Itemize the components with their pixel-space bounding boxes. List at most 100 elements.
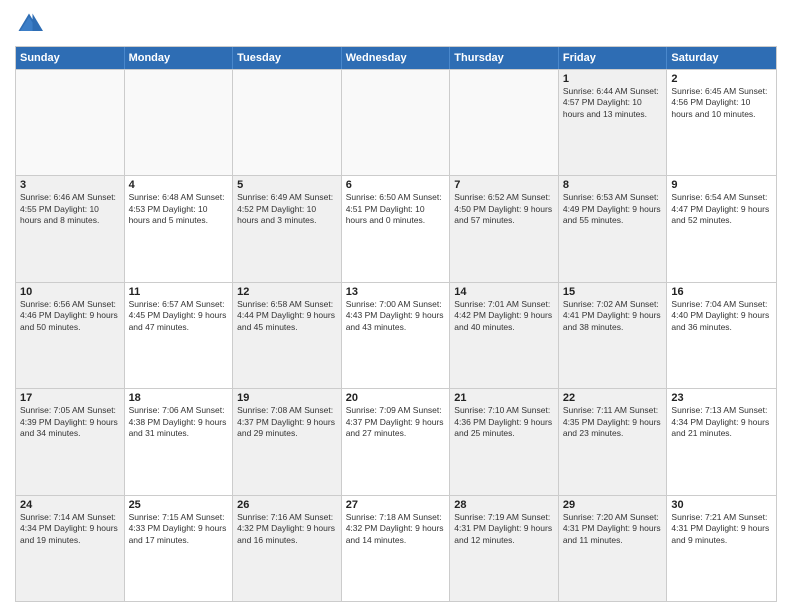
cal-cell: 27Sunrise: 7:18 AM Sunset: 4:32 PM Dayli… [342, 496, 451, 601]
day-info: Sunrise: 7:05 AM Sunset: 4:39 PM Dayligh… [20, 405, 120, 439]
cal-cell [450, 70, 559, 175]
cal-cell: 8Sunrise: 6:53 AM Sunset: 4:49 PM Daylig… [559, 176, 668, 281]
cal-cell: 22Sunrise: 7:11 AM Sunset: 4:35 PM Dayli… [559, 389, 668, 494]
day-number: 24 [20, 499, 120, 511]
day-info: Sunrise: 7:01 AM Sunset: 4:42 PM Dayligh… [454, 299, 554, 333]
cal-cell: 10Sunrise: 6:56 AM Sunset: 4:46 PM Dayli… [16, 283, 125, 388]
day-number: 6 [346, 179, 446, 191]
cal-row: 10Sunrise: 6:56 AM Sunset: 4:46 PM Dayli… [16, 282, 776, 388]
day-number: 9 [671, 179, 772, 191]
day-info: Sunrise: 7:00 AM Sunset: 4:43 PM Dayligh… [346, 299, 446, 333]
cal-cell: 2Sunrise: 6:45 AM Sunset: 4:56 PM Daylig… [667, 70, 776, 175]
day-info: Sunrise: 7:15 AM Sunset: 4:33 PM Dayligh… [129, 512, 229, 546]
cal-cell: 30Sunrise: 7:21 AM Sunset: 4:31 PM Dayli… [667, 496, 776, 601]
day-info: Sunrise: 7:09 AM Sunset: 4:37 PM Dayligh… [346, 405, 446, 439]
day-info: Sunrise: 6:45 AM Sunset: 4:56 PM Dayligh… [671, 86, 772, 120]
cal-header-cell: Sunday [16, 47, 125, 69]
day-number: 27 [346, 499, 446, 511]
cal-cell: 20Sunrise: 7:09 AM Sunset: 4:37 PM Dayli… [342, 389, 451, 494]
day-info: Sunrise: 6:56 AM Sunset: 4:46 PM Dayligh… [20, 299, 120, 333]
day-number: 7 [454, 179, 554, 191]
calendar-header: SundayMondayTuesdayWednesdayThursdayFrid… [16, 47, 776, 69]
day-info: Sunrise: 6:48 AM Sunset: 4:53 PM Dayligh… [129, 192, 229, 226]
day-number: 28 [454, 499, 554, 511]
day-number: 16 [671, 286, 772, 298]
cal-header-cell: Friday [559, 47, 668, 69]
day-info: Sunrise: 6:52 AM Sunset: 4:50 PM Dayligh… [454, 192, 554, 226]
cal-cell [16, 70, 125, 175]
day-info: Sunrise: 7:08 AM Sunset: 4:37 PM Dayligh… [237, 405, 337, 439]
cal-cell: 29Sunrise: 7:20 AM Sunset: 4:31 PM Dayli… [559, 496, 668, 601]
cal-header-cell: Saturday [667, 47, 776, 69]
day-info: Sunrise: 7:16 AM Sunset: 4:32 PM Dayligh… [237, 512, 337, 546]
logo-icon [15, 10, 43, 38]
day-number: 10 [20, 286, 120, 298]
day-info: Sunrise: 6:46 AM Sunset: 4:55 PM Dayligh… [20, 192, 120, 226]
cal-cell: 23Sunrise: 7:13 AM Sunset: 4:34 PM Dayli… [667, 389, 776, 494]
cal-row: 17Sunrise: 7:05 AM Sunset: 4:39 PM Dayli… [16, 388, 776, 494]
cal-header-cell: Tuesday [233, 47, 342, 69]
cal-row: 1Sunrise: 6:44 AM Sunset: 4:57 PM Daylig… [16, 69, 776, 175]
page: SundayMondayTuesdayWednesdayThursdayFrid… [0, 0, 792, 612]
cal-cell: 3Sunrise: 6:46 AM Sunset: 4:55 PM Daylig… [16, 176, 125, 281]
day-number: 1 [563, 73, 663, 85]
day-info: Sunrise: 6:57 AM Sunset: 4:45 PM Dayligh… [129, 299, 229, 333]
day-info: Sunrise: 7:10 AM Sunset: 4:36 PM Dayligh… [454, 405, 554, 439]
day-number: 8 [563, 179, 663, 191]
cal-cell: 14Sunrise: 7:01 AM Sunset: 4:42 PM Dayli… [450, 283, 559, 388]
cal-cell: 13Sunrise: 7:00 AM Sunset: 4:43 PM Dayli… [342, 283, 451, 388]
cal-header-cell: Thursday [450, 47, 559, 69]
day-info: Sunrise: 7:06 AM Sunset: 4:38 PM Dayligh… [129, 405, 229, 439]
cal-cell: 12Sunrise: 6:58 AM Sunset: 4:44 PM Dayli… [233, 283, 342, 388]
day-info: Sunrise: 7:04 AM Sunset: 4:40 PM Dayligh… [671, 299, 772, 333]
day-info: Sunrise: 6:53 AM Sunset: 4:49 PM Dayligh… [563, 192, 663, 226]
day-info: Sunrise: 6:44 AM Sunset: 4:57 PM Dayligh… [563, 86, 663, 120]
cal-cell: 26Sunrise: 7:16 AM Sunset: 4:32 PM Dayli… [233, 496, 342, 601]
day-info: Sunrise: 6:54 AM Sunset: 4:47 PM Dayligh… [671, 192, 772, 226]
cal-header-cell: Wednesday [342, 47, 451, 69]
day-number: 3 [20, 179, 120, 191]
cal-cell: 17Sunrise: 7:05 AM Sunset: 4:39 PM Dayli… [16, 389, 125, 494]
cal-cell [125, 70, 234, 175]
day-info: Sunrise: 7:18 AM Sunset: 4:32 PM Dayligh… [346, 512, 446, 546]
cal-header-cell: Monday [125, 47, 234, 69]
cal-cell: 28Sunrise: 7:19 AM Sunset: 4:31 PM Dayli… [450, 496, 559, 601]
cal-cell: 19Sunrise: 7:08 AM Sunset: 4:37 PM Dayli… [233, 389, 342, 494]
day-info: Sunrise: 6:58 AM Sunset: 4:44 PM Dayligh… [237, 299, 337, 333]
day-number: 23 [671, 392, 772, 404]
cal-row: 3Sunrise: 6:46 AM Sunset: 4:55 PM Daylig… [16, 175, 776, 281]
cal-cell: 7Sunrise: 6:52 AM Sunset: 4:50 PM Daylig… [450, 176, 559, 281]
day-number: 2 [671, 73, 772, 85]
cal-cell: 11Sunrise: 6:57 AM Sunset: 4:45 PM Dayli… [125, 283, 234, 388]
day-info: Sunrise: 7:02 AM Sunset: 4:41 PM Dayligh… [563, 299, 663, 333]
cal-cell: 15Sunrise: 7:02 AM Sunset: 4:41 PM Dayli… [559, 283, 668, 388]
cal-cell [342, 70, 451, 175]
day-number: 22 [563, 392, 663, 404]
cal-cell: 4Sunrise: 6:48 AM Sunset: 4:53 PM Daylig… [125, 176, 234, 281]
cal-cell: 5Sunrise: 6:49 AM Sunset: 4:52 PM Daylig… [233, 176, 342, 281]
calendar-body: 1Sunrise: 6:44 AM Sunset: 4:57 PM Daylig… [16, 69, 776, 601]
day-number: 11 [129, 286, 229, 298]
day-number: 18 [129, 392, 229, 404]
day-number: 14 [454, 286, 554, 298]
day-info: Sunrise: 6:49 AM Sunset: 4:52 PM Dayligh… [237, 192, 337, 226]
day-info: Sunrise: 6:50 AM Sunset: 4:51 PM Dayligh… [346, 192, 446, 226]
cal-cell: 21Sunrise: 7:10 AM Sunset: 4:36 PM Dayli… [450, 389, 559, 494]
header [15, 10, 777, 38]
cal-cell: 25Sunrise: 7:15 AM Sunset: 4:33 PM Dayli… [125, 496, 234, 601]
day-number: 17 [20, 392, 120, 404]
day-number: 19 [237, 392, 337, 404]
cal-cell: 18Sunrise: 7:06 AM Sunset: 4:38 PM Dayli… [125, 389, 234, 494]
cal-cell: 1Sunrise: 6:44 AM Sunset: 4:57 PM Daylig… [559, 70, 668, 175]
day-info: Sunrise: 7:11 AM Sunset: 4:35 PM Dayligh… [563, 405, 663, 439]
logo [15, 10, 47, 38]
day-number: 12 [237, 286, 337, 298]
day-info: Sunrise: 7:13 AM Sunset: 4:34 PM Dayligh… [671, 405, 772, 439]
cal-row: 24Sunrise: 7:14 AM Sunset: 4:34 PM Dayli… [16, 495, 776, 601]
day-number: 15 [563, 286, 663, 298]
calendar: SundayMondayTuesdayWednesdayThursdayFrid… [15, 46, 777, 602]
cal-cell [233, 70, 342, 175]
cal-cell: 6Sunrise: 6:50 AM Sunset: 4:51 PM Daylig… [342, 176, 451, 281]
day-info: Sunrise: 7:20 AM Sunset: 4:31 PM Dayligh… [563, 512, 663, 546]
day-number: 26 [237, 499, 337, 511]
